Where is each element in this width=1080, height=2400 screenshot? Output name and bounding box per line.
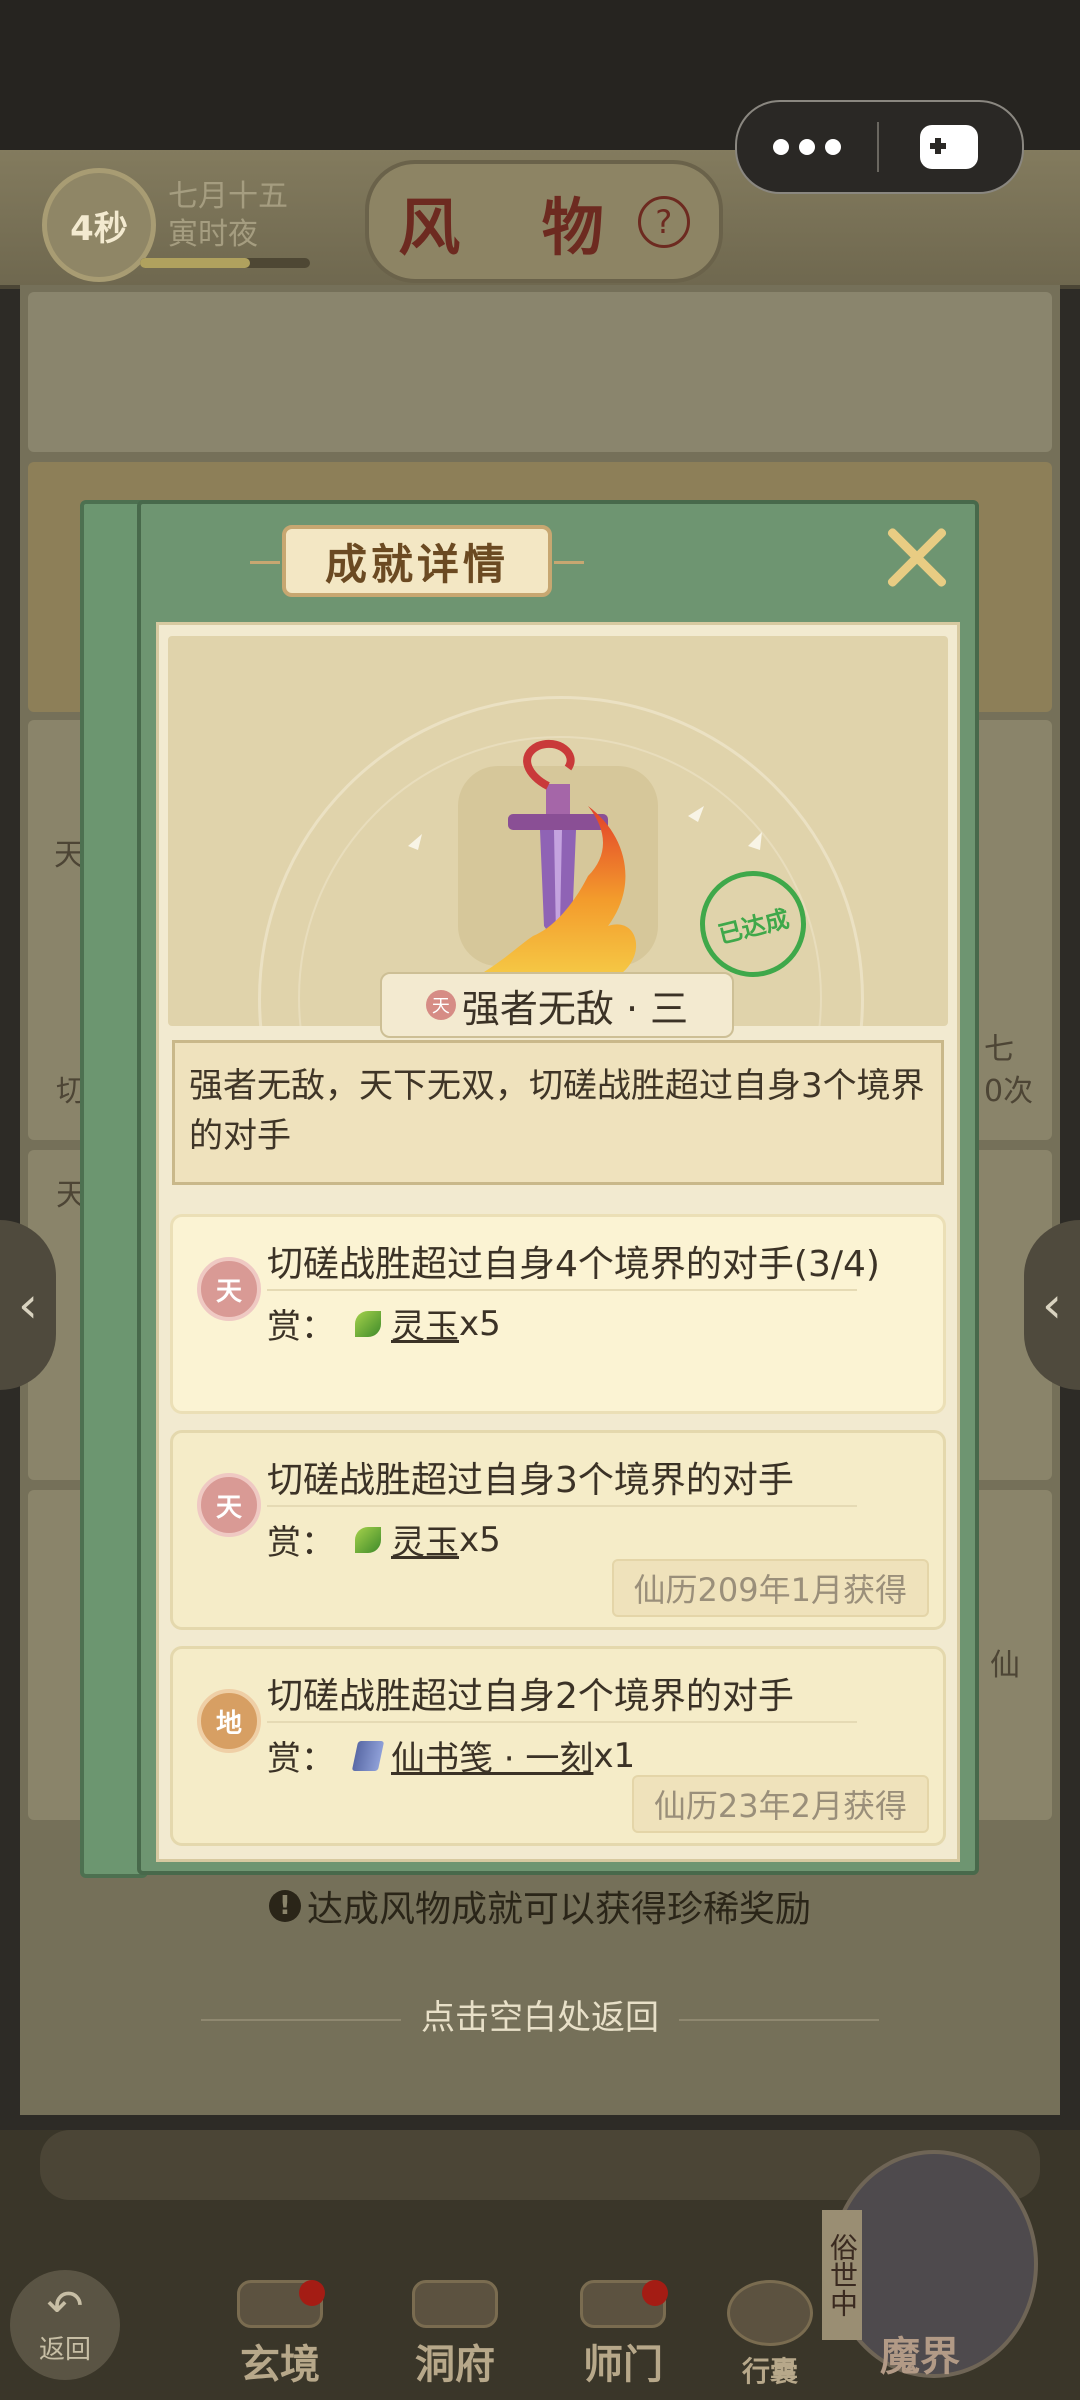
background-banner (28, 292, 1052, 452)
reward-qty: x1 (593, 1735, 636, 1776)
notification-dot (642, 2280, 668, 2306)
notification-dot (299, 2280, 325, 2306)
reward-hint: ! 达成风物成就可以获得珍稀奖励 (0, 1880, 1080, 1932)
gamepad-button[interactable] (879, 125, 1019, 169)
obtained-date: 仙历23年2月获得 (631, 1775, 929, 1833)
tier-badge-icon: 天 (197, 1473, 261, 1537)
nav-shimen[interactable]: 师门 (548, 2280, 698, 2390)
nav-xuanjing[interactable]: 玄境 (205, 2280, 355, 2390)
achievement-name-tag: 天 强者无敌 · 三 (380, 972, 734, 1038)
jade-icon (355, 1310, 381, 1337)
task-card: 天 切磋战胜超过自身3个境界的对手 赏： 灵玉 x5 仙历209年1月获得 (170, 1430, 946, 1630)
tier-badge-icon: 天 (425, 990, 456, 1020)
page-title: 风 物 (398, 190, 634, 264)
modal-title-plaque: 成就详情 (250, 525, 584, 597)
achievement-name: 强者无敌 · 三 (461, 986, 689, 1031)
nav-dongfu[interactable]: 洞府 (380, 2280, 530, 2390)
reward-qty: x5 (459, 1519, 501, 1560)
nav-label: 洞府 (415, 2341, 495, 2388)
reward-qty: x5 (459, 1303, 501, 1344)
task-title: 切磋战胜超过自身2个境界的对手 (267, 1676, 794, 1717)
tap-blank-to-return[interactable]: 点击空白处返回 (0, 1990, 1080, 2039)
reward-prefix: 赏： (267, 1739, 335, 1779)
achievement-artwork: 已达成 (168, 636, 948, 1026)
book-scroll-icon (351, 1740, 385, 1771)
pouch-icon (727, 2280, 813, 2346)
date-line-2: 寅时夜 (168, 217, 258, 252)
date-line-1: 七月十五 (168, 179, 288, 214)
achievement-description: 强者无敌，天下无双，切磋战胜超过自身3个境界的对手 (189, 1066, 925, 1156)
nav-label-demon-realm: 魔界 (880, 2333, 960, 2380)
page-title-plaque: 风 物 ? (365, 160, 723, 283)
back-label: 返回 (38, 2334, 91, 2365)
secular-tag: 俗世中 (822, 2210, 862, 2340)
modal-title: 成就详情 (324, 539, 509, 589)
back-arrow-icon: ↶ (46, 2280, 84, 2332)
more-dots-icon[interactable] (737, 139, 877, 155)
bg-side-label: 0次 (984, 1074, 1034, 1109)
task-title: 切磋战胜超过自身4个境界的对手(3/4) (267, 1244, 880, 1285)
tier-badge-icon: 天 (197, 1257, 261, 1321)
help-icon[interactable]: ? (637, 195, 690, 248)
game-date: 七月十五 寅时夜 (168, 178, 288, 254)
divider (267, 1505, 857, 1507)
countdown-timer: 4秒 (42, 168, 156, 282)
reward-item-link[interactable]: 灵玉 (391, 1515, 459, 1564)
nav-label: 行囊 (741, 2355, 798, 2388)
reward-item-link[interactable]: 灵玉 (391, 1299, 459, 1348)
flaming-sword-icon (408, 739, 762, 992)
tier-badge-icon: 地 (197, 1689, 261, 1753)
mini-program-capsule (735, 100, 1024, 194)
reward-prefix: 赏： (267, 1307, 335, 1347)
task-card: 地 切磋战胜超过自身2个境界的对手 赏： 仙书笺 · 一刻 x1 仙历23年2月… (170, 1646, 946, 1846)
reward-row: 赏： 灵玉 x5 (267, 1515, 501, 1564)
next-page-arrow[interactable]: ‹ (1024, 1220, 1080, 1390)
nav-label: 玄境 (240, 2341, 320, 2388)
achievement-description-box: 强者无敌，天下无双，切磋战胜超过自身3个境界的对手 (172, 1040, 944, 1185)
reward-hint-text: 达成风物成就可以获得珍稀奖励 (306, 1889, 811, 1930)
pavilion-icon (412, 2280, 498, 2328)
task-title: 切磋战胜超过自身3个境界的对手 (267, 1460, 794, 1501)
bg-side-label: 仙 (990, 1648, 1020, 1683)
reward-row: 赏： 灵玉 x5 (267, 1299, 501, 1348)
close-icon[interactable] (882, 522, 952, 592)
divider (267, 1721, 857, 1723)
time-progress-bar (140, 258, 310, 268)
back-button[interactable]: ↶ 返回 (10, 2270, 120, 2380)
achieved-stamp-text: 已达成 (715, 904, 792, 949)
obtained-date: 仙历209年1月获得 (611, 1559, 929, 1617)
gamepad-icon (920, 125, 978, 169)
reward-row: 赏： 仙书笺 · 一刻 x1 (267, 1731, 635, 1780)
reward-item-link[interactable]: 仙书笺 · 一刻 (391, 1731, 593, 1780)
reward-prefix: 赏： (267, 1523, 335, 1563)
jade-icon (355, 1526, 381, 1553)
bg-side-label: 七 (984, 1032, 1014, 1067)
divider (267, 1289, 857, 1291)
task-card: 天 切磋战胜超过自身4个境界的对手(3/4) 赏： 灵玉 x5 (170, 1214, 946, 1414)
warning-icon: ! (268, 1890, 301, 1922)
nav-label: 师门 (583, 2341, 663, 2388)
